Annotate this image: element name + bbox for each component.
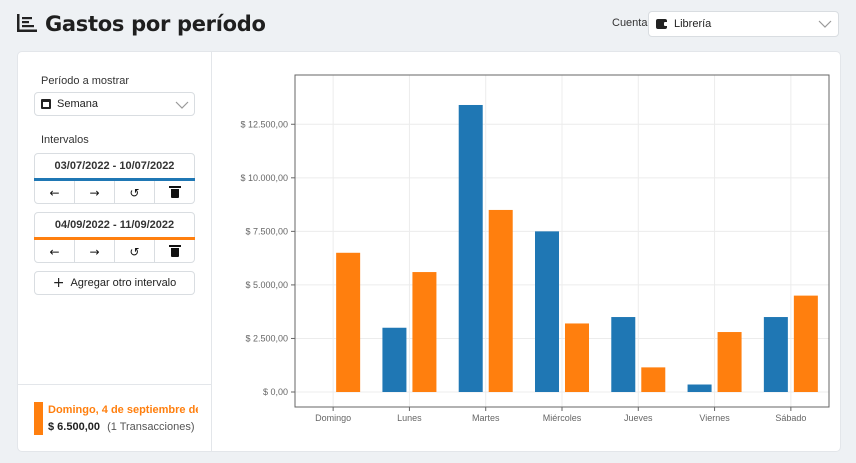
x-tick-label: Sábado — [775, 413, 806, 423]
bar — [687, 384, 712, 393]
period-value: Semana — [57, 98, 98, 110]
interval-2: 04/09/2022 - 11/09/2022 ← → ↺ — [34, 212, 195, 263]
y-tick-label: $ 0,00 — [263, 387, 288, 397]
y-tick-label: $ 5.000,00 — [245, 280, 288, 290]
bar — [382, 327, 407, 393]
previous-interval-button[interactable]: ← — [35, 240, 75, 263]
interval-range: 04/09/2022 - 11/09/2022 — [54, 219, 175, 231]
trash-icon — [168, 245, 181, 257]
y-tick-label: $ 12.500,00 — [240, 119, 288, 129]
period-label: Período a mostrar — [41, 75, 130, 87]
bar — [717, 332, 742, 393]
hover-tooltip: Domingo, 4 de septiembre de 2022 $ 6.500… — [18, 384, 211, 451]
next-interval-button[interactable]: → — [75, 240, 115, 263]
bar — [535, 231, 559, 393]
previous-interval-button[interactable]: ← — [35, 181, 75, 204]
expenses-bar-chart: $ 0,00 $ 2.500,00 $ 5.000,00 $ 7.500,00 $ 10… — [240, 74, 830, 423]
y-tick-label: $ 7.500,00 — [245, 226, 288, 236]
chevron-down-icon — [818, 20, 832, 28]
bar — [611, 317, 636, 393]
chevron-down-icon — [175, 101, 189, 109]
tooltip-count: (1 Transacciones) — [107, 421, 195, 433]
account-label: Cuenta — [612, 17, 648, 29]
x-tick-label: Jueves — [624, 413, 653, 423]
bar — [458, 104, 483, 393]
next-interval-button[interactable]: → — [75, 181, 115, 204]
delete-interval-button[interactable] — [155, 240, 194, 263]
period-select[interactable]: Semana — [34, 92, 195, 116]
bar — [641, 367, 666, 393]
wallet-icon — [656, 19, 668, 29]
page-title: Gastos por período — [45, 12, 266, 36]
bar — [565, 323, 589, 393]
add-interval-button[interactable]: + Agregar otro intervalo — [34, 271, 195, 295]
tooltip-amount: $ 6.500,00 — [48, 421, 100, 433]
bar — [412, 272, 437, 393]
plus-icon: + — [52, 275, 65, 291]
add-interval-label: Agregar otro intervalo — [70, 277, 177, 289]
bar — [488, 209, 513, 393]
delete-interval-button[interactable] — [155, 181, 194, 204]
tooltip-date: Domingo, 4 de septiembre de 2022 — [48, 404, 198, 416]
bar — [793, 295, 818, 393]
reset-interval-button[interactable]: ↺ — [115, 240, 155, 263]
x-tick-label: Lunes — [397, 413, 422, 423]
x-tick-label: Miércoles — [543, 413, 582, 423]
interval-1: 03/07/2022 - 10/07/2022 ← → ↺ — [34, 153, 195, 204]
reset-interval-button[interactable]: ↺ — [115, 181, 155, 204]
interval-range: 03/07/2022 - 10/07/2022 — [54, 160, 175, 172]
bar — [763, 317, 788, 393]
calendar-icon — [41, 99, 51, 109]
intervals-label: Intervalos — [41, 134, 89, 146]
chart-icon — [17, 14, 37, 32]
x-tick-label: Martes — [472, 413, 500, 423]
content-card: Período a mostrar Semana Intervalos 03/0… — [18, 52, 840, 451]
y-tick-label: $ 10.000,00 — [240, 173, 288, 183]
filters-panel: Período a mostrar Semana Intervalos 03/0… — [18, 52, 212, 451]
x-tick-label: Domingo — [315, 413, 351, 423]
account-select[interactable]: Librería — [648, 11, 839, 37]
tooltip-color-marker — [34, 402, 43, 435]
account-value: Librería — [674, 18, 712, 30]
y-tick-label: $ 2.500,00 — [245, 333, 288, 343]
trash-icon — [168, 186, 181, 198]
x-tick-label: Viernes — [699, 413, 730, 423]
bar — [336, 252, 361, 393]
